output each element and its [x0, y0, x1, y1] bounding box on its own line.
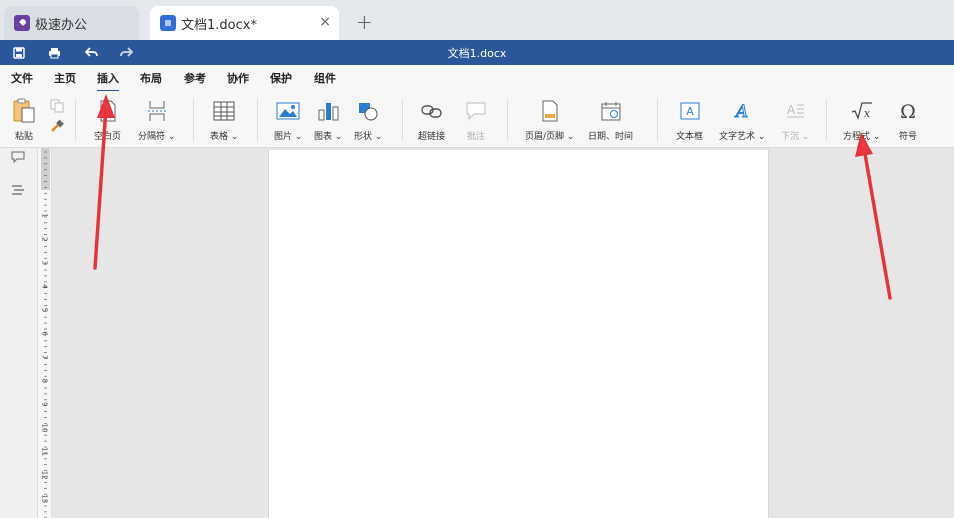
ruler-number: 3	[41, 261, 49, 265]
ruler-number: 10	[41, 424, 49, 433]
menu-layout[interactable]: 布局	[140, 70, 162, 86]
header-footer-icon	[541, 97, 559, 125]
tab-label: 极速办公	[35, 17, 88, 33]
ruler-number: 9	[41, 402, 49, 406]
tab-document[interactable]: 文档1.docx* ×	[150, 6, 339, 40]
header-footer-button[interactable]: 页眉/页脚 ⌄	[525, 97, 574, 142]
ruler-number: 13	[41, 494, 49, 503]
link-icon	[420, 97, 443, 125]
chart-button[interactable]: 图表 ⌄	[314, 97, 342, 142]
shape-icon	[357, 97, 379, 125]
title-bar: 文档1.docx	[0, 40, 954, 65]
ribbon-divider	[826, 99, 827, 141]
blank-page-button[interactable]: 空白页	[94, 97, 121, 142]
comment-icon	[465, 97, 487, 125]
ribbon-divider	[507, 99, 508, 141]
document-title: 文档1.docx	[447, 47, 507, 60]
ruler-number: 7	[41, 355, 49, 359]
menu-components[interactable]: 组件	[314, 70, 336, 86]
omega-icon: Ω	[897, 97, 919, 125]
insert-ribbon: 粘贴 空白页 分隔符 ⌄ 表格 ⌄ 图片 ⌄ 图表 ⌄ 形状 ⌄ 超链接 批注 …	[0, 91, 954, 148]
menu-collaborate[interactable]: 协作	[227, 70, 249, 86]
format-painter-button[interactable]	[50, 119, 64, 133]
ribbon-divider	[402, 99, 403, 141]
chart-icon	[317, 97, 339, 125]
left-side-panel	[0, 148, 37, 518]
menu-protect[interactable]: 保护	[270, 70, 292, 86]
wordart-button[interactable]: A 文字艺术 ⌄	[719, 97, 765, 143]
hyperlink-button[interactable]: 超链接	[418, 97, 445, 142]
ribbon-divider	[257, 99, 258, 141]
picture-button[interactable]: 图片 ⌄	[274, 97, 302, 142]
menu-bar: 文件 主页 插入 布局 参考 协作 保护 组件	[0, 65, 954, 92]
paste-icon	[12, 97, 36, 125]
svg-text:A: A	[686, 105, 694, 118]
textbox-icon: A	[679, 97, 701, 125]
document-canvas	[52, 148, 954, 518]
equation-icon: x	[850, 97, 874, 125]
equation-button[interactable]: x 方程式 ⌄	[843, 97, 880, 142]
menu-insert[interactable]: 插入	[97, 70, 119, 92]
ruler-number: 5	[41, 308, 49, 312]
ruler-number: 8	[41, 379, 49, 383]
menu-references[interactable]: 参考	[184, 70, 206, 86]
calendar-icon	[600, 97, 622, 125]
new-tab-button[interactable]: +	[356, 10, 373, 34]
separator-button[interactable]: 分隔符 ⌄	[138, 97, 175, 142]
wordart-icon: A	[731, 97, 753, 125]
browser-tab-strip: 极速办公 文档1.docx* × +	[0, 0, 954, 40]
ruler-number: 12	[41, 471, 49, 480]
ribbon-divider	[657, 99, 658, 141]
copy-icon	[50, 99, 64, 113]
ruler-number: 2	[41, 237, 49, 241]
textbox-button[interactable]: A 文本框	[676, 97, 703, 142]
navigation-icon[interactable]	[11, 181, 25, 195]
document-page[interactable]	[268, 150, 769, 518]
symbol-button[interactable]: Ω 符号	[897, 97, 919, 142]
copy-button[interactable]	[50, 99, 64, 113]
tab-app-home[interactable]: 极速办公	[4, 6, 139, 40]
ruler-number: 6	[41, 331, 49, 336]
page-break-icon	[147, 97, 167, 125]
rocket-icon	[14, 15, 30, 31]
ruler-number: 4	[41, 284, 49, 289]
tab-label: 文档1.docx*	[181, 17, 257, 33]
ruler-ticks: 12345678910111213	[41, 151, 49, 518]
ruler-number: 1	[41, 213, 49, 217]
dropcap-button[interactable]: A 下沉 ⌄	[781, 97, 809, 142]
ribbon-divider	[193, 99, 194, 141]
table-button[interactable]: 表格 ⌄	[210, 97, 238, 142]
vertical-ruler[interactable]: 1 2 3 4 5 6 7 8 9 10 11 12 13	[37, 148, 52, 518]
svg-text:A: A	[734, 102, 748, 121]
comment-button[interactable]: 批注	[465, 97, 487, 142]
menu-home[interactable]: 主页	[54, 70, 76, 86]
svg-text:Ω: Ω	[900, 101, 916, 121]
svg-text:x: x	[864, 107, 871, 120]
close-tab-icon[interactable]: ×	[319, 14, 331, 30]
ruler-number: 11	[41, 447, 49, 456]
paste-button[interactable]: 粘贴	[12, 97, 36, 142]
format-painter-icon	[50, 119, 64, 133]
dropcap-icon: A	[784, 97, 806, 125]
shape-button[interactable]: 形状 ⌄	[354, 97, 382, 142]
svg-text:A: A	[787, 103, 796, 117]
menu-file[interactable]: 文件	[11, 70, 33, 86]
comments-panel-icon[interactable]	[11, 148, 25, 164]
datetime-button[interactable]: 日期、时间	[588, 97, 633, 142]
ribbon-divider	[75, 99, 76, 141]
table-icon	[213, 97, 235, 125]
document-icon	[160, 15, 176, 31]
picture-icon	[276, 97, 300, 125]
blank-page-icon	[99, 97, 117, 125]
